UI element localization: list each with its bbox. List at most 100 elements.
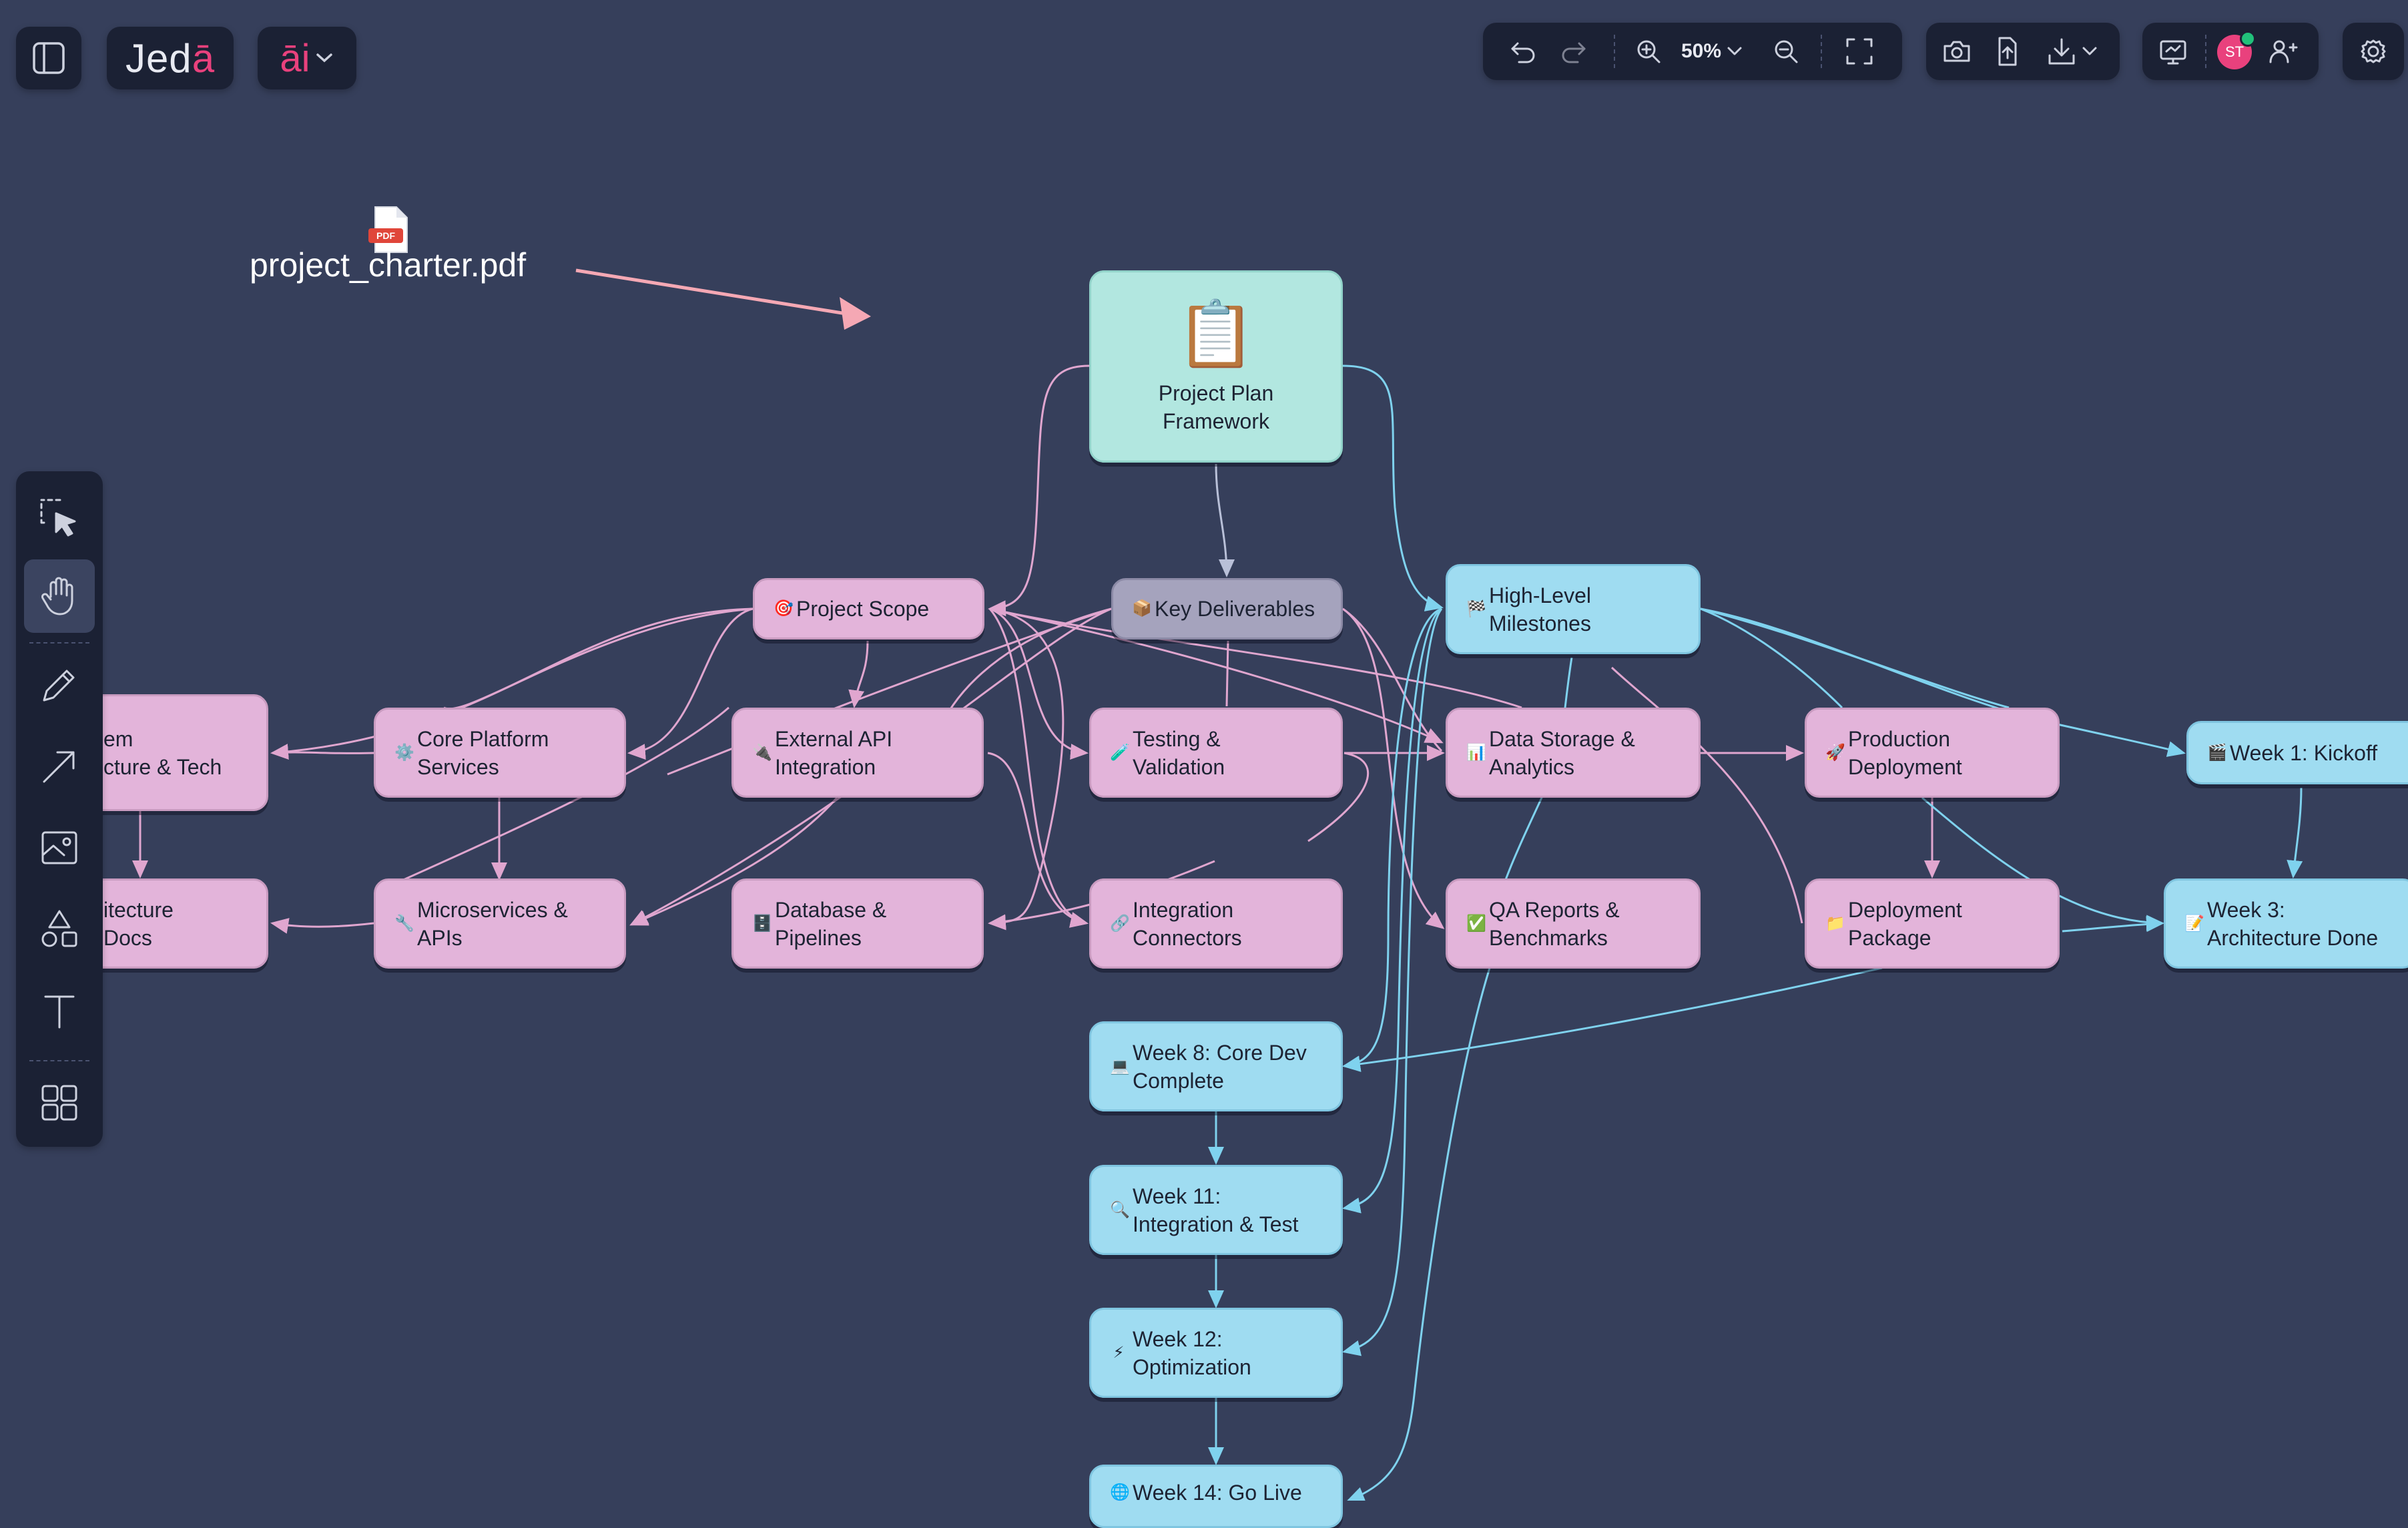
node-qa-reports-benchmarks[interactable]: ✅ QA Reports & Benchmarks xyxy=(1446,878,1701,969)
annotation-arrow xyxy=(575,268,847,316)
node-core-platform-services[interactable]: ⚙️ Core Platform Services xyxy=(374,708,626,798)
connector xyxy=(988,607,1065,931)
link-icon: 🔗 xyxy=(1110,914,1130,933)
connector xyxy=(2287,787,2303,878)
pencil-icon xyxy=(43,670,75,702)
ai-menu-button[interactable]: āi xyxy=(258,27,356,89)
node-data-storage-analytics[interactable]: 📊 Data Storage & Analytics xyxy=(1446,708,1701,798)
node-microservices-apis[interactable]: 🔧 Microservices & APIs xyxy=(374,878,626,969)
node-testing-validation[interactable]: 🧪 Testing & Validation xyxy=(1089,708,1343,798)
chevron-down-icon xyxy=(1727,47,1742,55)
annotation-arrowhead xyxy=(840,297,871,330)
fit-screen-button[interactable] xyxy=(1839,32,1879,71)
tool-rail xyxy=(16,471,103,1147)
gear-icon: ⚙️ xyxy=(394,743,414,762)
node-week-14-go-live[interactable]: 🌐 Week 14: Go Live xyxy=(1089,1465,1343,1528)
node-database-pipelines[interactable]: 🗄️ Database & Pipelines xyxy=(731,878,984,969)
pdf-file[interactable]: PDF project_charter.pdf xyxy=(240,200,561,294)
node-week-1-kickoff[interactable]: 🎬 Week 1: Kickoff xyxy=(2186,721,2408,784)
pencil-tool[interactable] xyxy=(25,652,93,718)
sidebar-icon xyxy=(33,42,65,74)
node-label: Week 11: Integration & Test xyxy=(1133,1184,1299,1236)
zoom-out-button[interactable] xyxy=(1766,32,1806,71)
share-button[interactable] xyxy=(1988,32,2028,71)
connector xyxy=(988,364,1090,617)
node-label: Project Scope xyxy=(796,597,930,621)
logo-button[interactable]: Jedā xyxy=(107,27,234,89)
redo-button[interactable] xyxy=(1554,32,1594,71)
node-key-deliverables[interactable]: 📦 Key Deliverables xyxy=(1111,578,1343,640)
whiteboard-canvas[interactable]: PDF project_charter.pdf 📋 Project Plan F… xyxy=(0,0,2408,1528)
node-week-11-integration-test[interactable]: 🔍 Week 11: Integration & Test xyxy=(1089,1165,1343,1255)
sidebar-toggle-button[interactable] xyxy=(16,27,81,89)
undo-button[interactable] xyxy=(1503,32,1543,71)
node-week-8-core-dev-complete[interactable]: 💻 Week 8: Core Dev Complete xyxy=(1089,1021,1343,1111)
magnifier-icon: 🔍 xyxy=(1110,1200,1130,1219)
node-label: QA Reports & Benchmarks xyxy=(1489,897,1620,950)
text-tool[interactable] xyxy=(25,977,93,1044)
node-label: Week 3: Architecture Done xyxy=(2207,897,2379,950)
wrench-icon: 🔧 xyxy=(394,914,414,933)
laptop-icon: 💻 xyxy=(1110,1057,1130,1075)
checkered-flag-icon: 🏁 xyxy=(1466,599,1486,618)
node-project-plan-framework[interactable]: 📋 Project Plan Framework xyxy=(1089,270,1343,463)
node-project-scope[interactable]: 🎯 Project Scope xyxy=(753,578,984,640)
select-tool[interactable] xyxy=(25,485,93,551)
test-tube-icon: 🧪 xyxy=(1110,743,1130,762)
node-title: Project Plan Framework xyxy=(1158,381,1274,433)
online-status-dot xyxy=(2240,31,2256,47)
folder-icon: 📁 xyxy=(1825,914,1845,933)
lightning-icon: ⚡ xyxy=(1113,1343,1125,1362)
node-integration-connectors[interactable]: 🔗 Integration Connectors xyxy=(1089,878,1343,969)
node-label: Database & Pipelines xyxy=(775,897,887,950)
node-label: Microservices & APIs xyxy=(417,897,568,950)
chevron-down-icon xyxy=(316,53,332,63)
node-label: em cture & Tech xyxy=(103,726,222,779)
clipboard-icon: 📋 xyxy=(1176,298,1256,370)
connector xyxy=(1700,607,2010,709)
bar-chart-icon: 📊 xyxy=(1466,743,1486,762)
present-icon xyxy=(2160,40,2186,65)
arrow-tool[interactable] xyxy=(25,733,93,800)
screenshot-button[interactable] xyxy=(1937,32,1977,71)
node-week-3-architecture-done[interactable]: 📝 Week 3: Architecture Done xyxy=(2164,878,2408,969)
zoom-in-button[interactable] xyxy=(1628,32,1669,71)
connector xyxy=(1342,967,1883,1072)
shapes-tool[interactable] xyxy=(25,896,93,963)
node-production-deployment[interactable]: 🚀 Production Deployment xyxy=(1805,708,2060,798)
avatar-initials: ST xyxy=(2224,43,2244,60)
node-deployment-package[interactable]: 📁 Deployment Package xyxy=(1805,878,2060,969)
connector xyxy=(270,918,374,934)
zoom-level-dropdown[interactable]: 50% xyxy=(1673,32,1753,71)
hand-tool[interactable] xyxy=(24,559,95,633)
node-label: Core Platform Services xyxy=(417,726,549,779)
pdf-file-name: project_charter.pdf xyxy=(250,246,527,284)
node-label: Week 1: Kickoff xyxy=(2230,740,2378,765)
node-label: Production Deployment xyxy=(1848,726,1962,779)
history-zoom-toolbar: 50% xyxy=(1483,23,1902,80)
node-high-level-milestones[interactable]: 🏁 High-Level Milestones xyxy=(1446,564,1701,654)
templates-tool[interactable] xyxy=(25,1069,93,1136)
zoom-out-icon xyxy=(1775,40,1798,63)
zoom-in-icon xyxy=(1637,40,1661,63)
node-label: itecture Docs xyxy=(103,897,174,950)
download-button[interactable] xyxy=(2036,32,2109,71)
camera-icon xyxy=(1943,41,1970,62)
arrow-icon xyxy=(43,751,75,783)
redo-icon xyxy=(1562,42,1586,63)
connector xyxy=(1700,607,1843,709)
present-button[interactable] xyxy=(2153,32,2193,71)
node-external-api-integration[interactable]: 🔌 External API Integration xyxy=(731,708,984,798)
node-label: Deployment Package xyxy=(1848,897,1962,950)
node-week-12-optimization[interactable]: ⚡ Week 12: Optimization xyxy=(1089,1308,1343,1398)
connector xyxy=(1225,640,1229,707)
fit-screen-icon xyxy=(1846,38,1873,65)
hand-icon xyxy=(41,577,73,615)
plug-icon: 🔌 xyxy=(752,743,772,762)
connector xyxy=(1342,607,1443,752)
memo-icon: 📝 xyxy=(2184,914,2204,933)
add-user-button[interactable] xyxy=(2263,32,2303,71)
image-tool[interactable] xyxy=(25,814,93,881)
clapper-icon: 🎬 xyxy=(2207,743,2227,762)
settings-button[interactable] xyxy=(2343,23,2404,80)
